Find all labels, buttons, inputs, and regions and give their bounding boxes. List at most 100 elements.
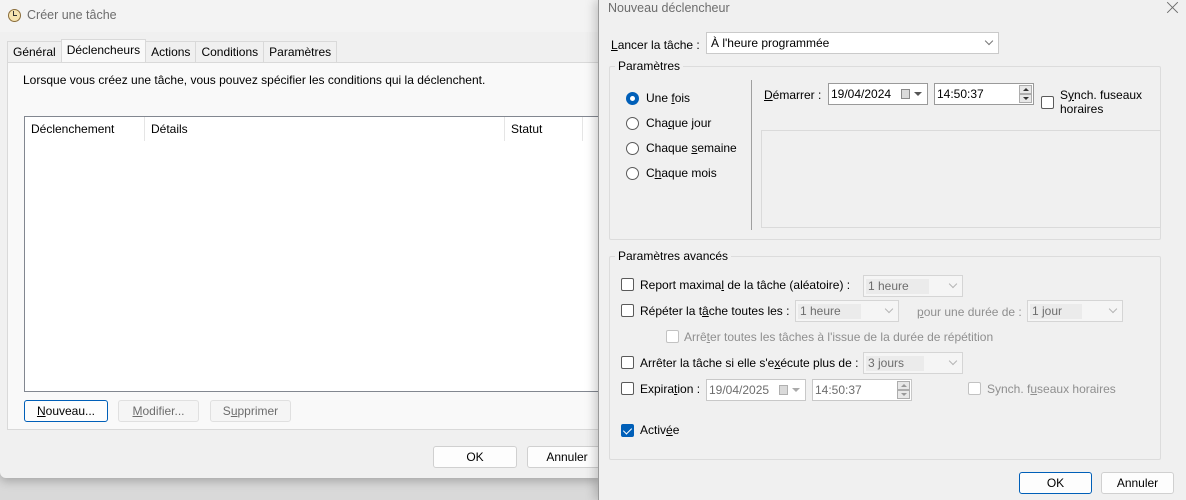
calendar-icon [779, 385, 788, 395]
dropdown-arrow-icon [914, 92, 922, 96]
tab-conditions[interactable]: Conditions [195, 41, 265, 62]
spin-down-icon[interactable] [897, 390, 910, 399]
repeat-interval-select[interactable]: 1 heure [795, 300, 899, 322]
stop-if-runs-label[interactable]: Arrêter la tâche si elle s'exécute plus … [640, 356, 858, 370]
enabled-checkbox[interactable] [621, 424, 634, 437]
spin-up-icon[interactable] [897, 381, 910, 390]
radio-weekly[interactable] [626, 142, 639, 155]
max-delay-checkbox[interactable] [621, 278, 634, 291]
dropdown-arrow-icon [792, 388, 800, 392]
radio-daily[interactable] [626, 117, 639, 130]
repeat-label[interactable]: Répéter la tâche toutes les : [640, 304, 789, 318]
label-part: our une durée de : [923, 305, 1022, 319]
label-part: ois [674, 91, 691, 105]
radio-monthly[interactable] [626, 167, 639, 180]
sync-timezones-label[interactable]: Synch. fuseaux horaires [1060, 88, 1142, 116]
radio-daily-label[interactable]: Chaque jour [646, 116, 711, 130]
expiration-date-picker[interactable]: 19/04/2025 [706, 379, 806, 401]
max-delay-select[interactable]: 1 heure [863, 275, 963, 297]
start-date-picker[interactable]: 19/04/2024 [828, 83, 928, 105]
vertical-divider [751, 80, 752, 230]
label-part: de la tâche (aléatoire) : [724, 278, 851, 292]
title-bar: Créer une tâche [0, 0, 600, 32]
repeat-duration-select[interactable]: 1 jour [1027, 300, 1123, 322]
stop-if-runs-select[interactable]: 3 jours [863, 352, 963, 374]
new-trigger-dialog: Nouveau déclencheur Lancer la tâche : À … [598, 0, 1186, 500]
column-header-details[interactable]: Détails [145, 117, 505, 141]
radio-monthly-label[interactable]: Chaque mois [646, 166, 717, 180]
label-part: horaires [1060, 102, 1104, 116]
spin-up-icon[interactable] [1019, 85, 1032, 94]
label-part: ue jour [674, 116, 712, 130]
chevron-down-icon [1108, 304, 1118, 314]
label-part: Arrêter la tâche si elle s'e [640, 356, 775, 370]
column-header-trigger[interactable]: Déclenchement [25, 117, 145, 141]
settings-group-title: Paramètres [615, 59, 684, 73]
label-part: Arrê [684, 330, 707, 344]
stop-if-runs-checkbox[interactable] [621, 356, 634, 369]
triggers-panel: Lorsque vous créez une tâche, vous pouve… [7, 62, 614, 430]
repeat-checkbox[interactable] [621, 304, 634, 317]
expiration-sync-checkbox[interactable] [968, 382, 981, 395]
create-task-window: Créer une tâche Général Déclencheurs Act… [0, 0, 614, 478]
close-icon[interactable] [1166, 0, 1180, 14]
label-part: ion : [677, 382, 701, 396]
chevron-down-icon [948, 279, 958, 289]
edit-trigger-button[interactable]: Modifier... [118, 400, 199, 422]
expiration-sync-label[interactable]: Synch. fuseaux horaires [987, 382, 1116, 396]
enabled-label[interactable]: Activée [640, 423, 679, 437]
sync-timezones-checkbox[interactable] [1041, 96, 1054, 109]
time-spinner [1019, 85, 1032, 103]
chevron-down-icon [948, 356, 958, 366]
label-part: Répéter la t [640, 304, 703, 318]
label-part: Activ [640, 423, 667, 437]
date-value: 19/04/2024 [831, 87, 892, 101]
start-time-input[interactable]: 14:50:37 [934, 83, 1034, 105]
tab-triggers[interactable]: Déclencheurs [60, 39, 147, 62]
cancel-button[interactable]: Annuler [527, 446, 607, 468]
expiration-checkbox[interactable] [621, 382, 634, 395]
selected-value: À l'heure programmée [711, 36, 830, 50]
chevron-down-icon [884, 304, 894, 314]
radio-once-label[interactable]: Une fois [646, 91, 690, 105]
label-part: écute plus de : [780, 356, 859, 370]
window-title: Créer une tâche [27, 8, 117, 22]
chevron-down-icon [984, 36, 994, 46]
spin-down-icon[interactable] [1019, 94, 1032, 103]
column-header-status[interactable]: Statut [505, 117, 583, 141]
label-part: Chaque [646, 141, 692, 155]
label-part: S [222, 404, 231, 418]
ok-button[interactable]: OK [433, 446, 517, 468]
label-part: ouveau... [45, 404, 96, 418]
date-value: 19/04/2025 [709, 383, 770, 397]
ok-button[interactable]: OK [1019, 472, 1092, 494]
label-part: Cha [646, 116, 669, 130]
label-part: seaux horaires [1037, 382, 1116, 396]
label-part: pprimer [237, 404, 279, 418]
expiration-time-input[interactable]: 14:50:37 [812, 379, 912, 401]
label-part: C [646, 166, 655, 180]
mnemonic: L [611, 38, 618, 52]
tab-actions[interactable]: Actions [145, 41, 197, 62]
label-part: émarrer : [772, 88, 822, 102]
label-part: Report maxima [640, 278, 722, 292]
max-delay-label[interactable]: Report maximal de la tâche (aléatoire) : [640, 278, 850, 292]
label-part: emaine [697, 141, 737, 155]
tab-strip: Général Déclencheurs Actions Conditions … [7, 39, 338, 62]
stop-all-checkbox[interactable] [666, 330, 679, 343]
stop-all-label[interactable]: Arrêter toutes les tâches à l'issue de l… [684, 330, 993, 344]
calendar-icon [901, 89, 910, 99]
tab-general[interactable]: Général [7, 41, 62, 62]
tab-settings[interactable]: Paramètres [263, 41, 338, 62]
label-part: er toutes les tâches à l'issue de la dur… [710, 330, 994, 344]
launch-task-select[interactable]: À l'heure programmée [706, 32, 999, 54]
delete-trigger-button[interactable]: Supprimer [210, 400, 291, 422]
new-trigger-button[interactable]: Nouveau... [24, 400, 108, 422]
radio-once[interactable] [626, 92, 639, 105]
expiration-label[interactable]: Expiration : [640, 382, 700, 396]
radio-weekly-label[interactable]: Chaque semaine [646, 141, 737, 155]
triggers-table[interactable]: Déclenchement Détails Statut [24, 116, 614, 392]
cancel-button[interactable]: Annuler [1101, 472, 1174, 494]
advanced-settings-title: Paramètres avancés [615, 249, 732, 263]
triggers-description: Lorsque vous créez une tâche, vous pouve… [23, 73, 486, 87]
